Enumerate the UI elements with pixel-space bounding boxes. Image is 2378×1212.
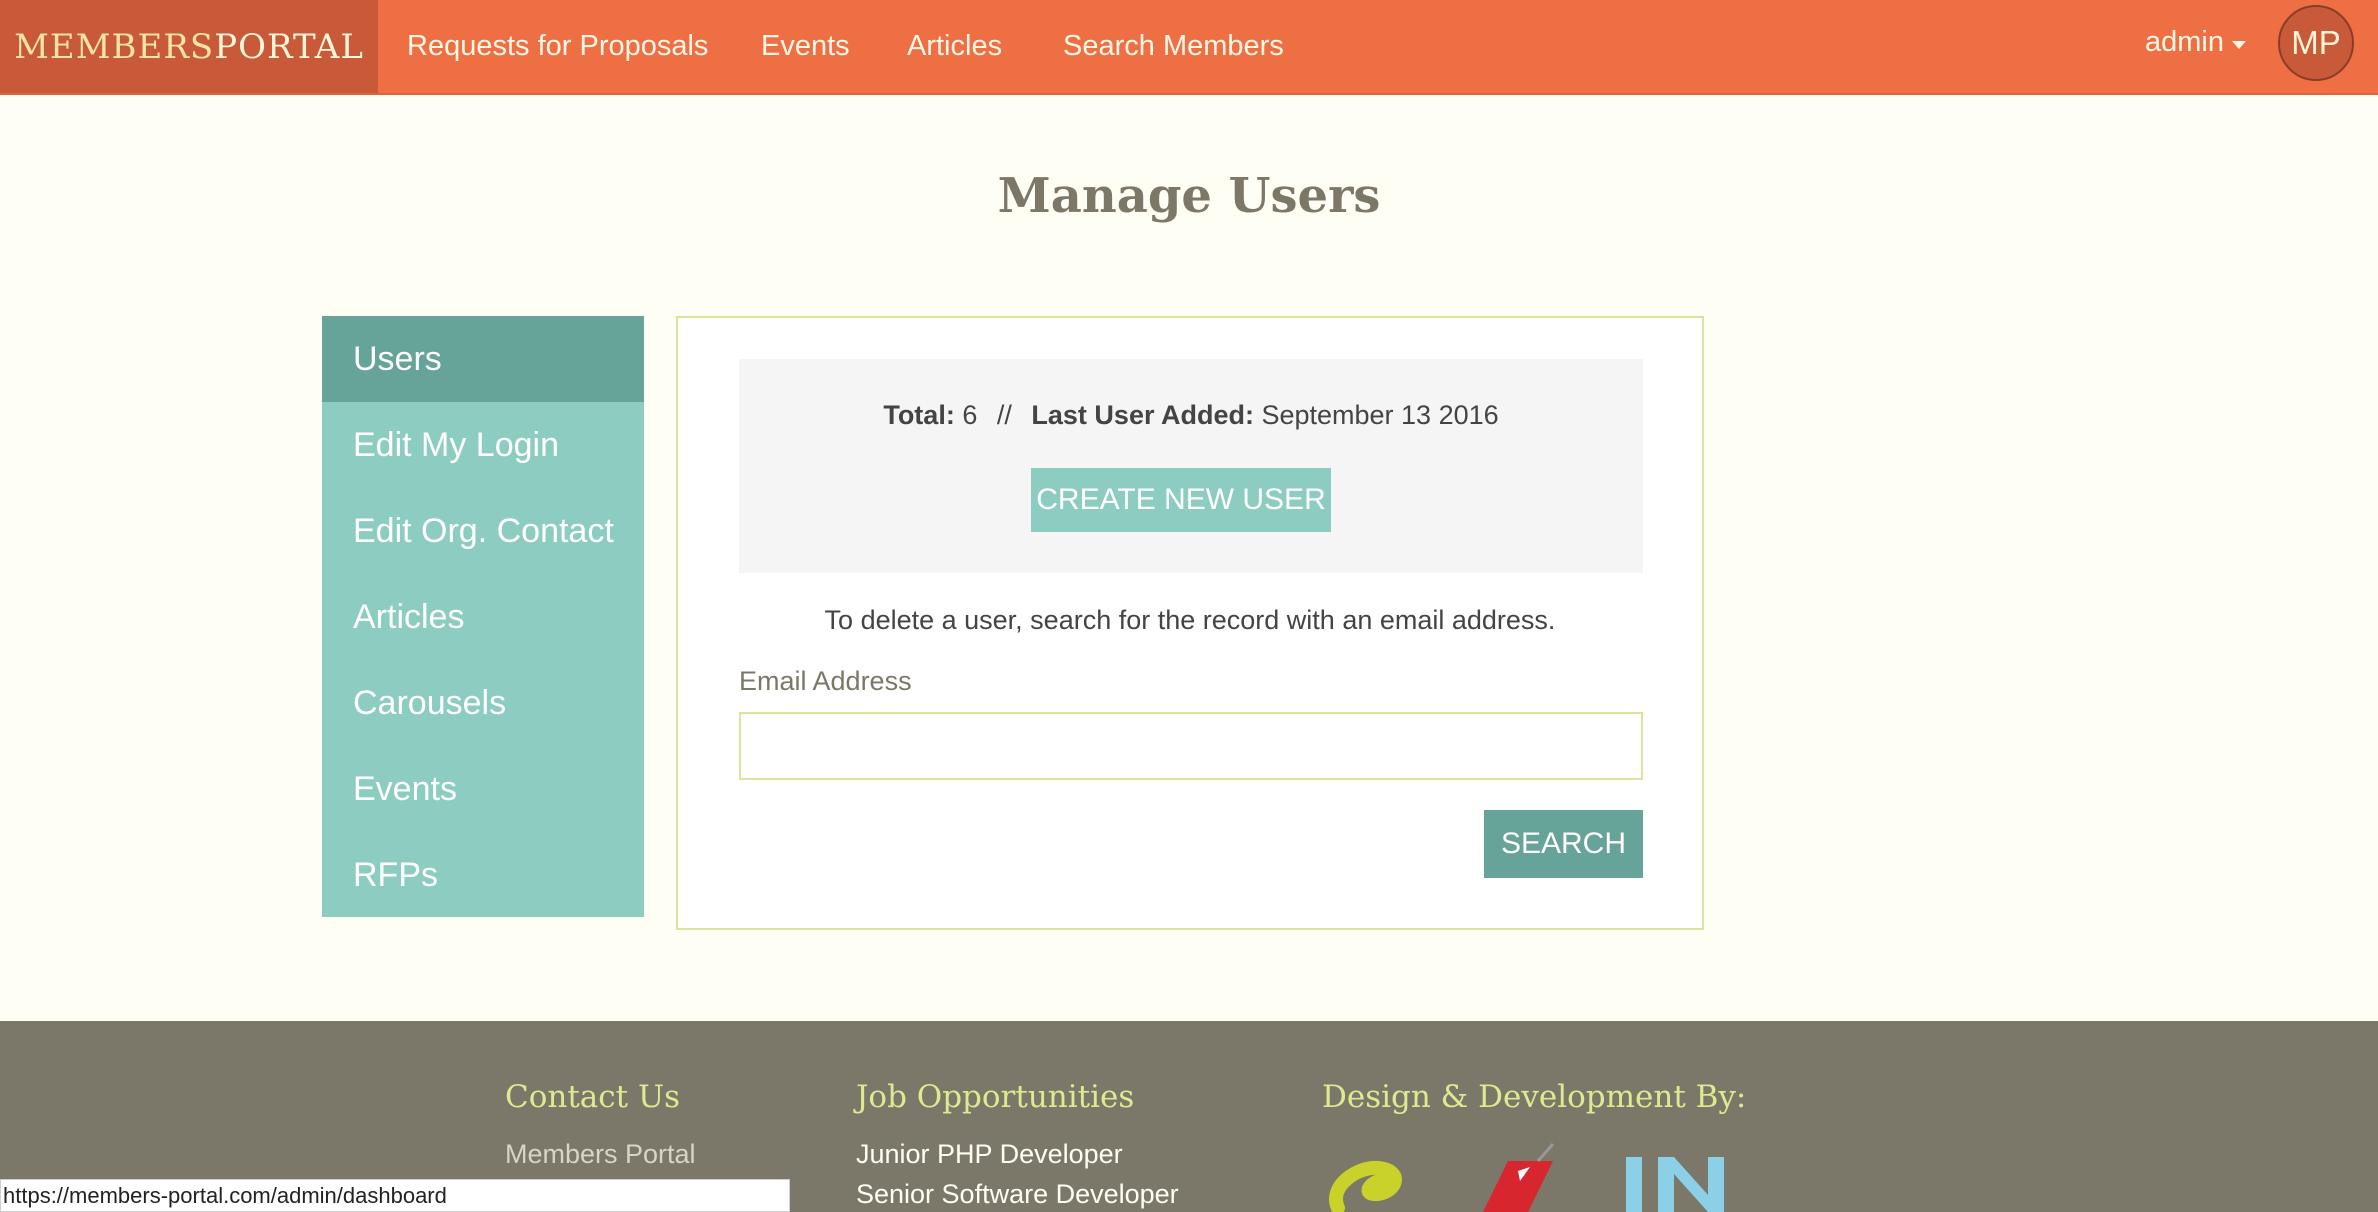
caret-down-icon <box>2232 40 2246 49</box>
footer-job-link[interactable]: Senior Software Developer <box>856 1179 1179 1210</box>
email-address-label: Email Address <box>739 666 912 696</box>
footer-job-link[interactable]: Junior PHP Developer <box>856 1139 1123 1170</box>
search-button[interactable]: SEARCH <box>1484 810 1643 878</box>
partner-logo-s-icon[interactable] <box>1318 1146 1418 1212</box>
sidebar-item-carousels[interactable]: Carousels <box>322 660 644 746</box>
sidebar-item-events[interactable]: Events <box>322 746 644 832</box>
total-value: 6 <box>962 400 978 430</box>
delete-help-text: To delete a user, search for the record … <box>824 605 1556 635</box>
summary-separator: // <box>996 400 1012 430</box>
manage-users-panel: Total: 6 // Last User Added: September 1… <box>676 316 1704 930</box>
total-label: Total: <box>883 400 955 430</box>
footer-credits-heading: Design & Development By: <box>1322 1079 1747 1115</box>
avatar[interactable]: MP <box>2278 5 2354 81</box>
last-added-value: September 13 2016 <box>1261 400 1499 430</box>
email-address-input[interactable] <box>739 712 1643 780</box>
nav-link-articles[interactable]: Articles <box>907 0 1002 93</box>
sidebar-item-users[interactable]: Users <box>322 316 644 402</box>
create-new-user-button[interactable]: CREATE NEW USER <box>1031 468 1331 532</box>
admin-sidebar: Users Edit My Login Edit Org. Contact Ar… <box>322 316 644 917</box>
user-menu-label: admin <box>2145 26 2224 58</box>
sidebar-item-articles[interactable]: Articles <box>322 574 644 660</box>
last-added-label: Last User Added: <box>1031 400 1254 430</box>
partner-logo-pin-icon[interactable] <box>1478 1141 1568 1212</box>
nav-link-events[interactable]: Events <box>761 0 850 93</box>
user-summary-box: Total: 6 // Last User Added: September 1… <box>739 359 1643 573</box>
nav-link-rfps[interactable]: Requests for Proposals <box>407 0 708 93</box>
brand-part-members: MEMBERS <box>14 26 215 67</box>
sidebar-item-edit-org-contact[interactable]: Edit Org. Contact <box>322 488 644 574</box>
brand-part-portal: PORTAL <box>214 26 364 67</box>
top-navbar: MEMBERS PORTAL Requests for Proposals Eve… <box>0 0 2378 95</box>
brand-logo[interactable]: MEMBERS PORTAL <box>0 0 378 93</box>
nav-link-search-members[interactable]: Search Members <box>1063 0 1284 93</box>
user-summary-line: Total: 6 // Last User Added: September 1… <box>739 400 1643 431</box>
browser-status-url: https://members-portal.com/admin/dashboa… <box>0 1179 790 1212</box>
page-title: Manage Users <box>997 168 1381 224</box>
footer-contact-heading: Contact Us <box>505 1079 680 1115</box>
footer-jobs-heading: Job Opportunities <box>856 1079 1135 1115</box>
sidebar-item-edit-my-login[interactable]: Edit My Login <box>322 402 644 488</box>
sidebar-item-rfps[interactable]: RFPs <box>322 832 644 918</box>
user-menu-dropdown[interactable]: admin <box>2145 0 2246 85</box>
partner-logo-in-icon[interactable] <box>1622 1149 1747 1212</box>
footer-contact-link[interactable]: Members Portal <box>505 1139 696 1170</box>
